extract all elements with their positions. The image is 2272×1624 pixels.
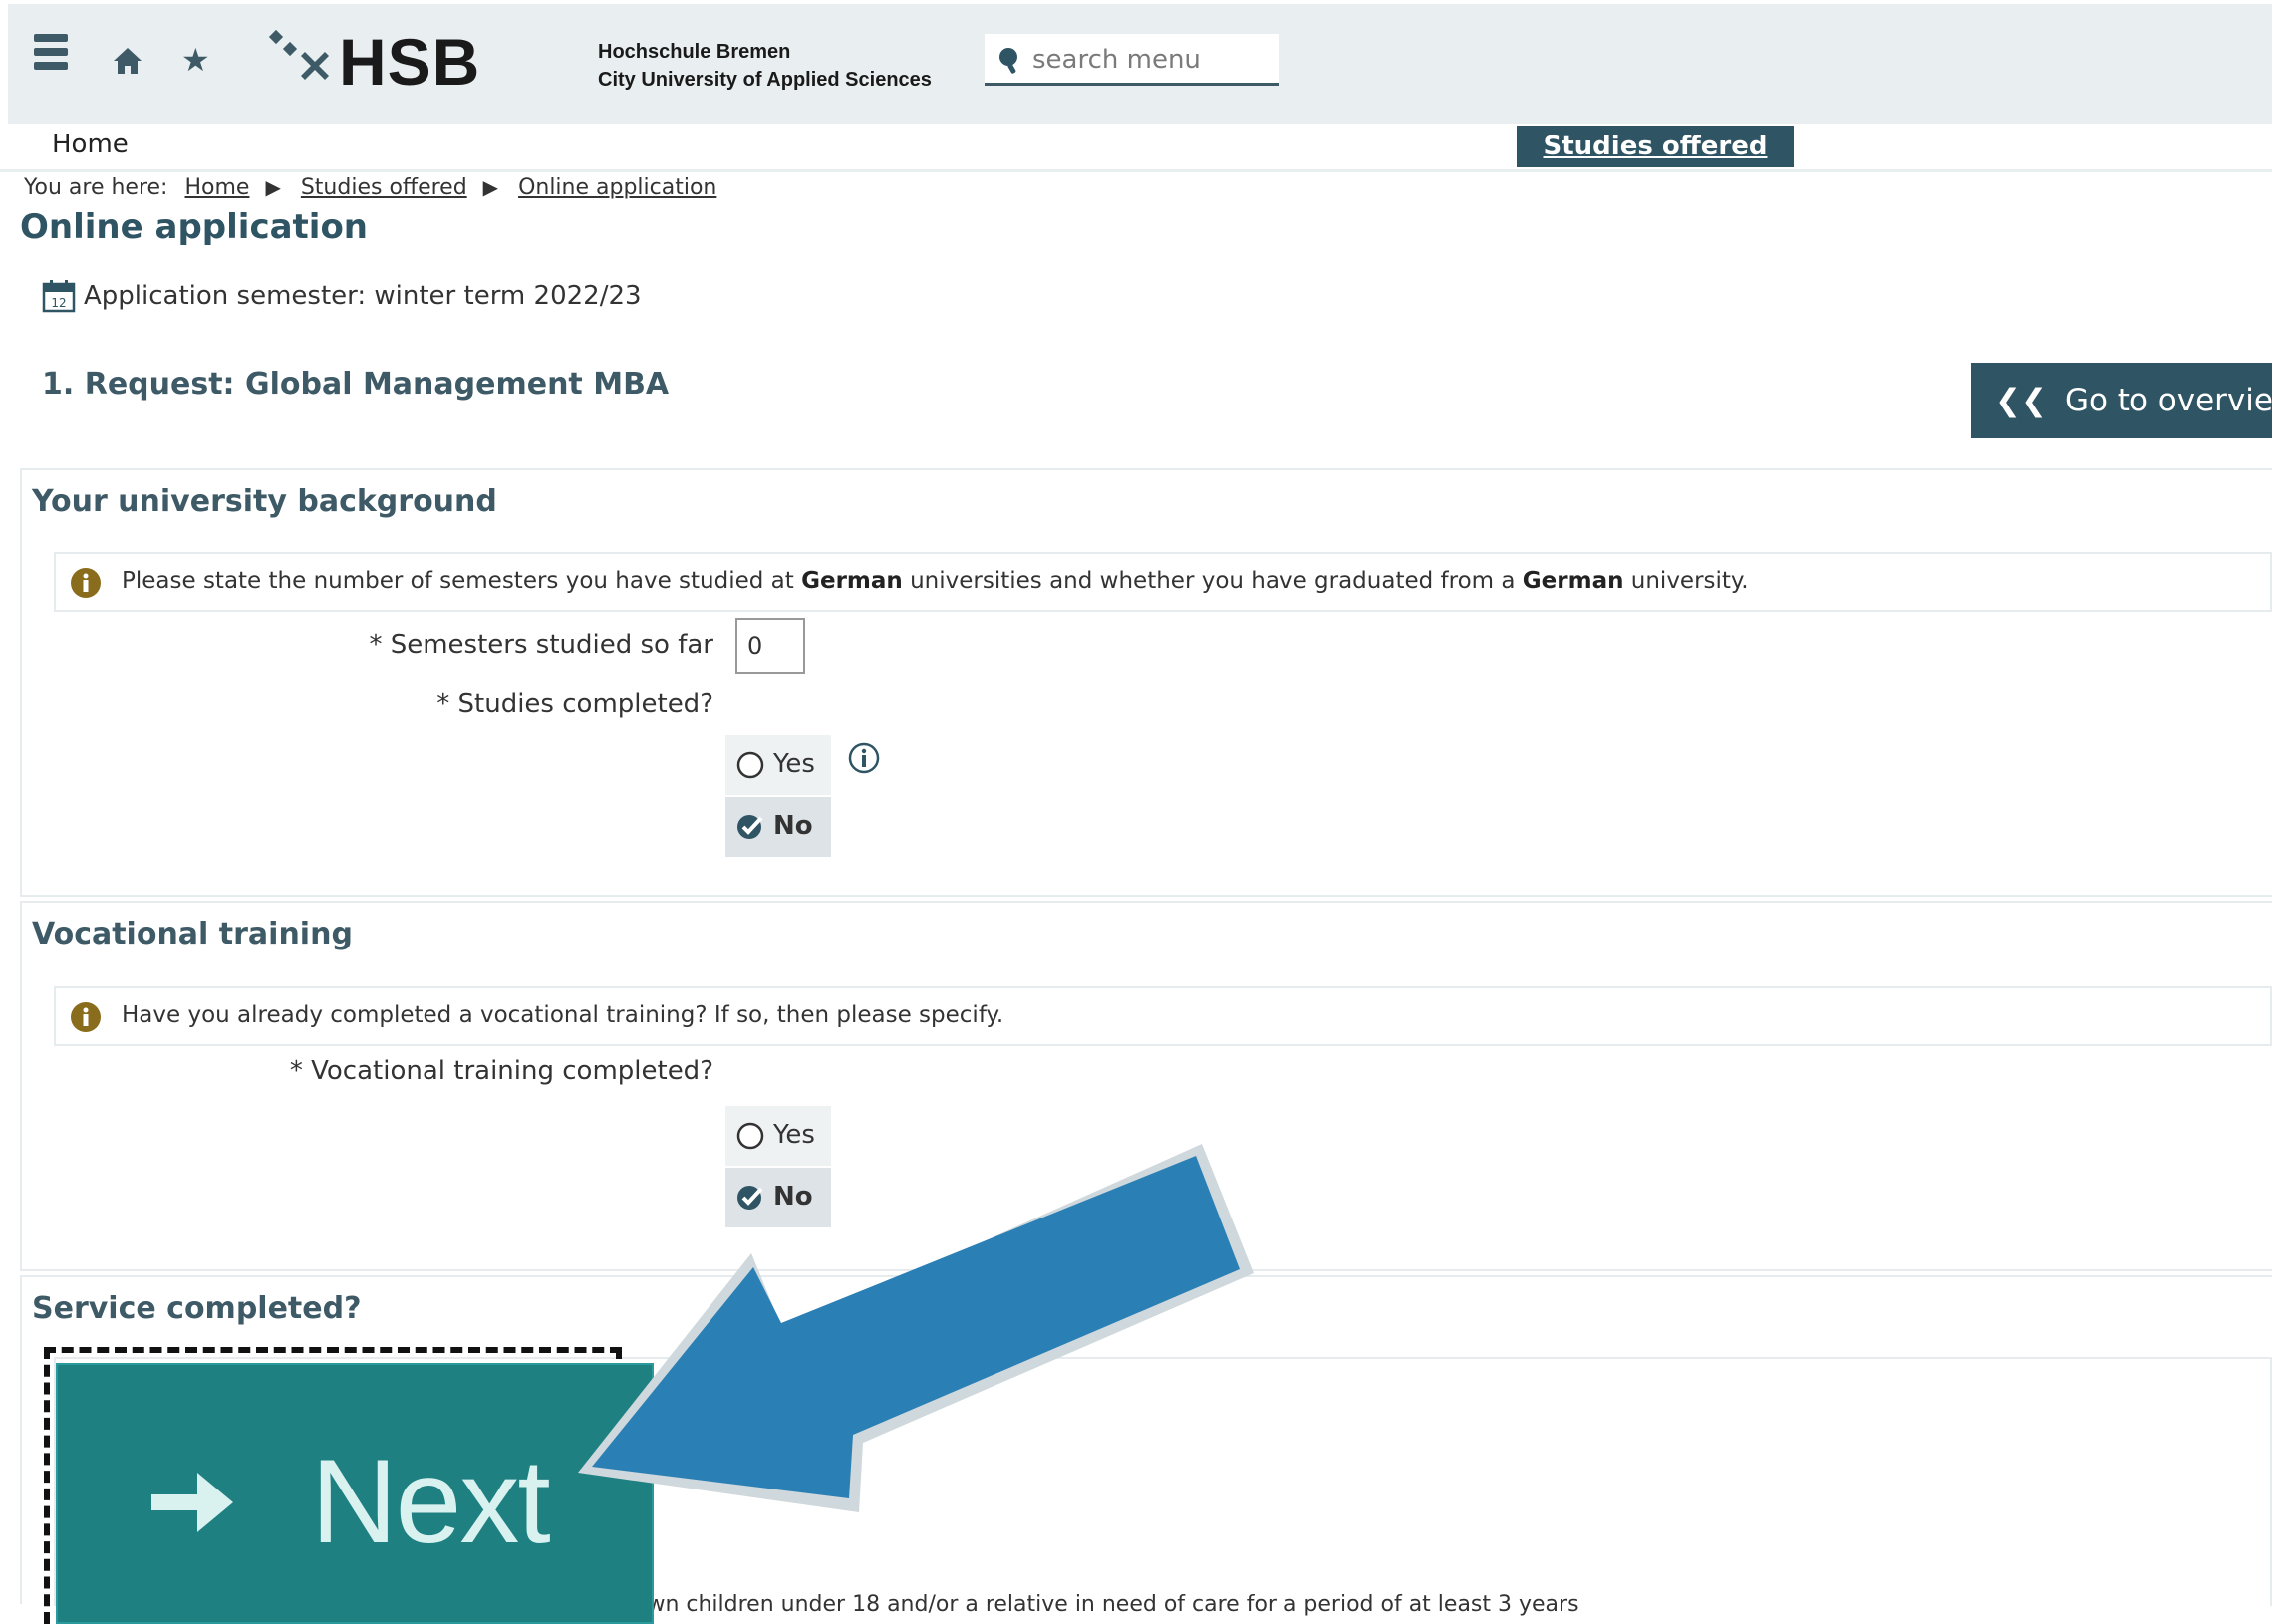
favorites-star-icon[interactable]: ★ xyxy=(181,44,210,76)
semesters-label: * Semesters studied so far xyxy=(369,630,713,660)
hamburger-menu-icon[interactable] xyxy=(34,34,68,74)
go-to-overview-button[interactable]: ❮❮ Go to overview xyxy=(1971,363,2272,438)
studies-completed-label: * Studies completed? xyxy=(436,689,713,719)
search-input[interactable] xyxy=(1030,42,1274,78)
partial-text: own children under 18 and/or a relative … xyxy=(634,1592,1579,1617)
option-label: No xyxy=(773,811,813,841)
info-text-bold: German xyxy=(1522,568,1624,594)
vocational-completed-label: * Vocational training completed? xyxy=(289,1056,713,1086)
arrow-right-icon xyxy=(147,1463,237,1546)
section-title: Your university background xyxy=(32,484,497,519)
radio-checked-icon xyxy=(735,812,767,849)
radio-empty-icon xyxy=(735,750,765,787)
page-title: Online application xyxy=(20,207,369,247)
studies-completed-no[interactable]: No xyxy=(725,797,831,857)
semesters-input[interactable] xyxy=(735,618,805,674)
info-box: Have you already completed a vocational … xyxy=(54,986,2272,1046)
info-text-part: Please state the number of semesters you… xyxy=(122,568,802,594)
breadcrumb-studies-offered[interactable]: Studies offered xyxy=(301,175,467,200)
university-name-line1: Hochschule Bremen xyxy=(598,41,791,63)
calendar-icon: 12 xyxy=(42,279,76,317)
application-semester: Application semester: winter term 2022/2… xyxy=(84,281,642,311)
breadcrumb: You are here: Home ▶ Studies offered ▶ Onlin… xyxy=(24,175,716,200)
nav-studies-offered-tab[interactable]: Studies offered xyxy=(1517,126,1794,167)
info-icon xyxy=(70,567,102,603)
option-label: Yes xyxy=(773,749,815,779)
studies-completed-yes[interactable]: Yes xyxy=(725,735,831,795)
section-title: Vocational training xyxy=(32,917,353,951)
overview-button-label: Go to overview xyxy=(2064,383,2272,418)
top-header: ★ HSB Hochschule Bremen City University … xyxy=(8,4,2272,124)
logo-text: HSB xyxy=(339,25,481,99)
info-text: Have you already completed a vocational … xyxy=(122,1002,1004,1028)
info-icon xyxy=(70,1001,102,1037)
breadcrumb-home[interactable]: Home xyxy=(184,175,249,200)
help-info-icon[interactable] xyxy=(847,741,881,779)
double-chevron-left-icon: ❮❮ xyxy=(1995,383,2047,418)
chevron-right-icon: ▶ xyxy=(482,175,499,199)
nav-home-link[interactable]: Home xyxy=(52,130,129,159)
next-button-label: Next xyxy=(311,1435,551,1568)
chevron-right-icon: ▶ xyxy=(265,175,281,199)
next-button-highlight: Next xyxy=(44,1347,654,1624)
info-text-part: universities and whether you have gradua… xyxy=(902,568,1523,594)
search-box[interactable] xyxy=(985,34,1279,86)
main-nav: Home Studies offered xyxy=(0,124,2272,172)
info-box: Please state the number of semesters you… xyxy=(54,552,2272,612)
university-name-line2: City University of Applied Sciences xyxy=(598,69,932,91)
breadcrumb-prefix: You are here: xyxy=(24,175,168,200)
university-name: Hochschule Bremen City University of App… xyxy=(598,38,932,94)
calendar-day: 12 xyxy=(51,296,66,310)
search-icon xyxy=(996,46,1022,80)
request-title: 1. Request: Global Management MBA xyxy=(42,367,670,402)
pointer-arrow-icon xyxy=(558,1144,1256,1526)
home-icon[interactable] xyxy=(112,46,143,80)
info-text-part: university. xyxy=(1623,568,1749,594)
university-background-section: Your university background Please state … xyxy=(20,468,2272,897)
section-title: Service completed? xyxy=(32,1291,362,1326)
breadcrumb-online-application[interactable]: Online application xyxy=(518,175,716,200)
info-text-bold: German xyxy=(801,568,903,594)
info-text: Please state the number of semesters you… xyxy=(122,568,1749,594)
hsb-logo-icon xyxy=(261,24,331,98)
